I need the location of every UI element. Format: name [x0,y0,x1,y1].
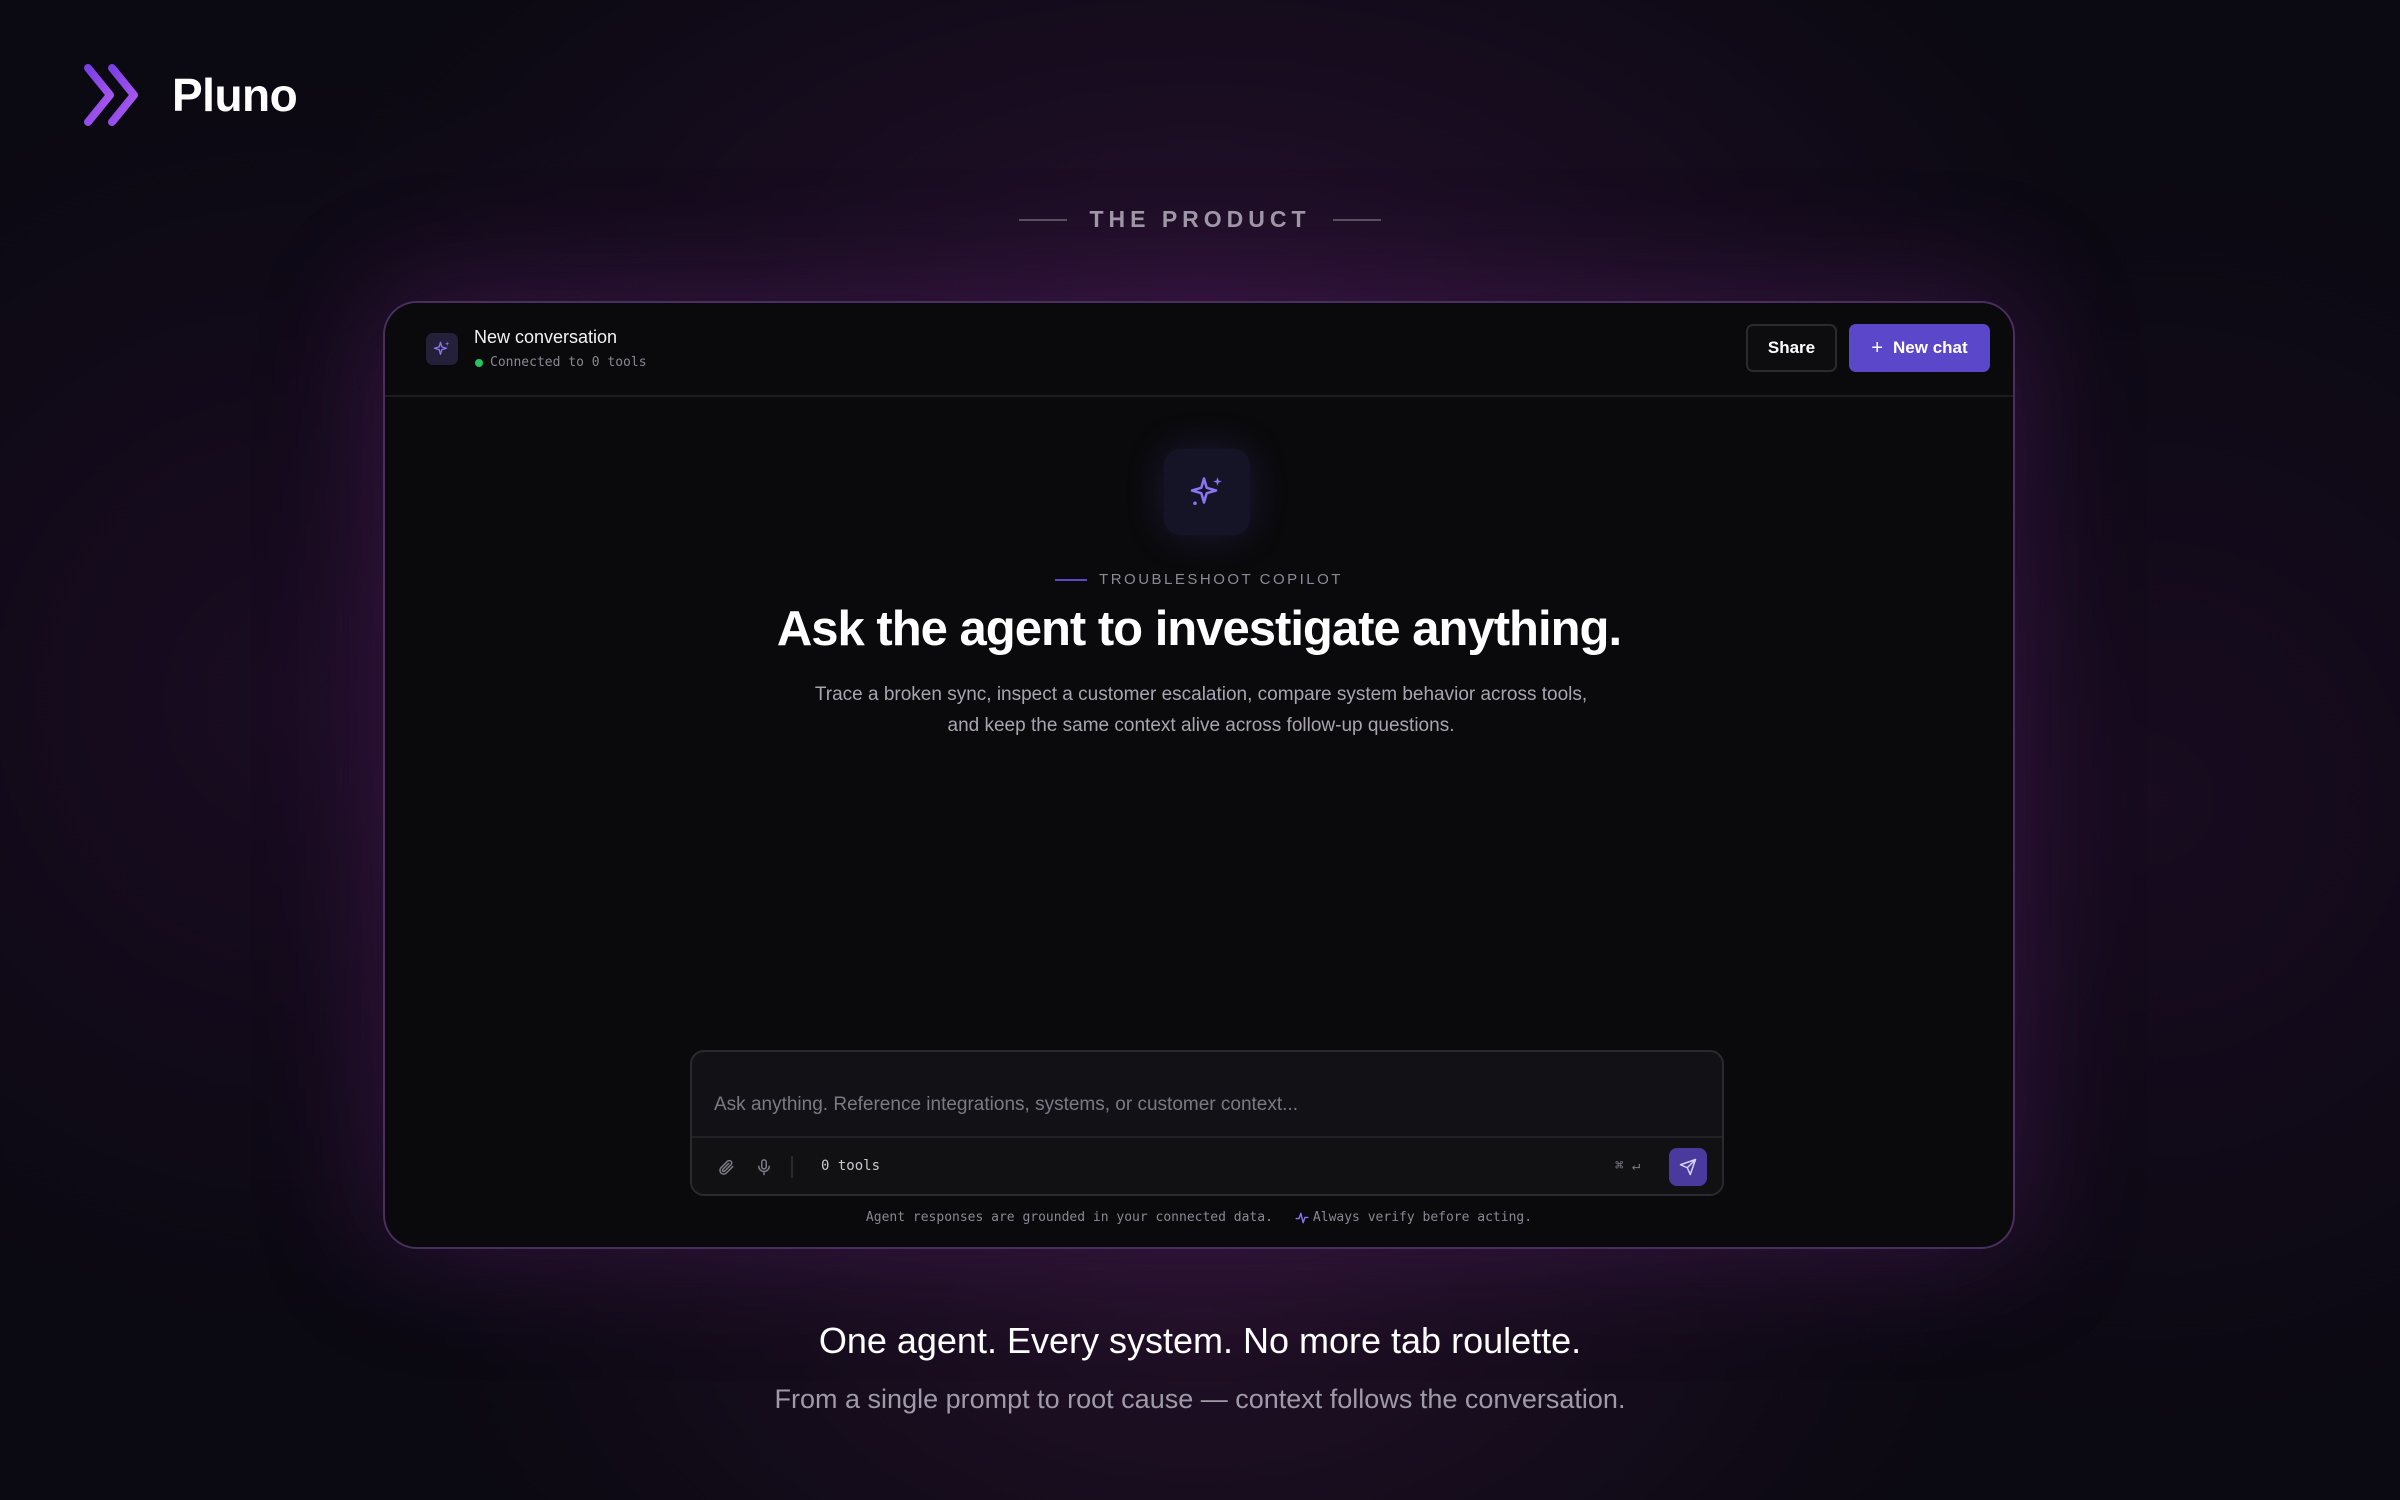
conversation-icon [426,333,458,365]
tagline: One agent. Every system. No more tab rou… [818,1320,1582,1361]
paperclip-icon[interactable] [715,1156,737,1178]
sparkles-icon [1190,477,1222,506]
eyebrow-divider-left [1019,218,1068,221]
connection-status: Connected to 0 tools [475,355,647,370]
app-window: New conversation Connected to 0 tools Sh… [383,301,2015,1249]
share-button[interactable]: Share [1746,324,1837,372]
message-composer: 0 tools ⌘ ↵ [690,1050,1724,1196]
verify-text: Always verify before acting. [1312,1210,1533,1225]
composer-toolbar: 0 tools ⌘ ↵ [692,1136,1722,1194]
brand-logo[interactable]: Pluno [80,62,298,128]
send-icon [1679,1158,1697,1176]
hero-sparkles-badge [1164,449,1250,535]
double-chevron-right-icon [84,64,138,126]
grounding-disclaimer: Agent responses are grounded in your con… [385,1210,2013,1225]
sparkles-icon [433,341,450,355]
kicker-accent-line [1055,578,1088,581]
status-text: Connected to 0 tools [490,355,647,370]
kicker-label: TROUBLESHOOT COPILOT [1099,571,1343,588]
new-chat-label: New chat [1893,338,1968,357]
section-eyebrow: THE PRODUCT [0,206,2400,233]
conversation-title: New conversation [474,327,618,347]
chat-header: New conversation Connected to 0 tools Sh… [385,303,2013,397]
subtagline: From a single prompt to root cause — con… [774,1384,1626,1414]
status-dot-icon [475,358,483,367]
message-input[interactable] [692,1052,1722,1136]
hero-title: Ask the agent to investigate anything. [776,602,1622,656]
brand-name: Pluno [172,69,298,121]
hero-kicker: TROUBLESHOOT COPILOT [385,571,2013,588]
toolbar-divider [791,1156,793,1178]
new-chat-button[interactable]: + New chat [1849,324,1990,372]
tools-count[interactable]: 0 tools [821,1158,880,1174]
plus-icon: + [1871,337,1884,359]
activity-icon [1295,1211,1309,1225]
hero-description: Trace a broken sync, inspect a customer … [814,684,1588,736]
eyebrow-label: THE PRODUCT [1089,206,1311,232]
send-shortcut-hint: ⌘ ↵ [1615,1158,1641,1174]
eyebrow-divider-right [1332,218,1381,221]
send-button[interactable] [1669,1148,1707,1186]
microphone-icon[interactable] [753,1156,775,1178]
disclaimer-text: Agent responses are grounded in your con… [865,1210,1273,1225]
